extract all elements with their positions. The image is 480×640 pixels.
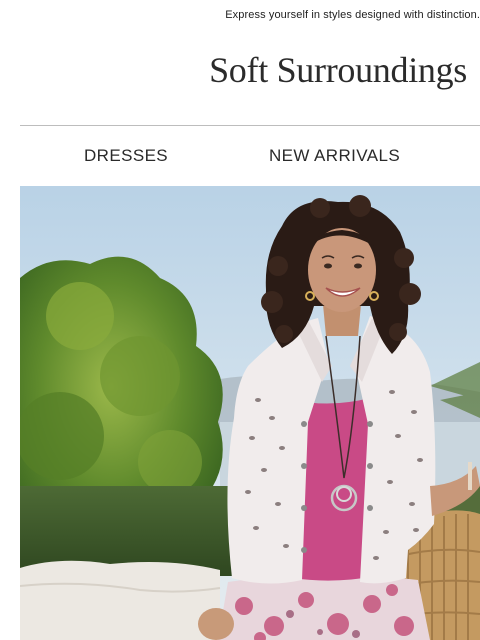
nav-link-dresses[interactable]: DRESSES (84, 146, 168, 166)
header-divider (20, 125, 480, 126)
hero-image[interactable] (20, 186, 480, 640)
hand (198, 608, 234, 640)
nav-link-new-arrivals[interactable]: NEW ARRIVALS (269, 146, 400, 166)
header-tagline: Express yourself in styles designed with… (225, 9, 480, 21)
brand-logo[interactable]: Soft Surroundings (0, 52, 467, 88)
main-nav: DRESSES NEW ARRIVALS (20, 140, 480, 174)
hero-photo-illustration (20, 186, 480, 640)
stone-wall (20, 560, 220, 640)
